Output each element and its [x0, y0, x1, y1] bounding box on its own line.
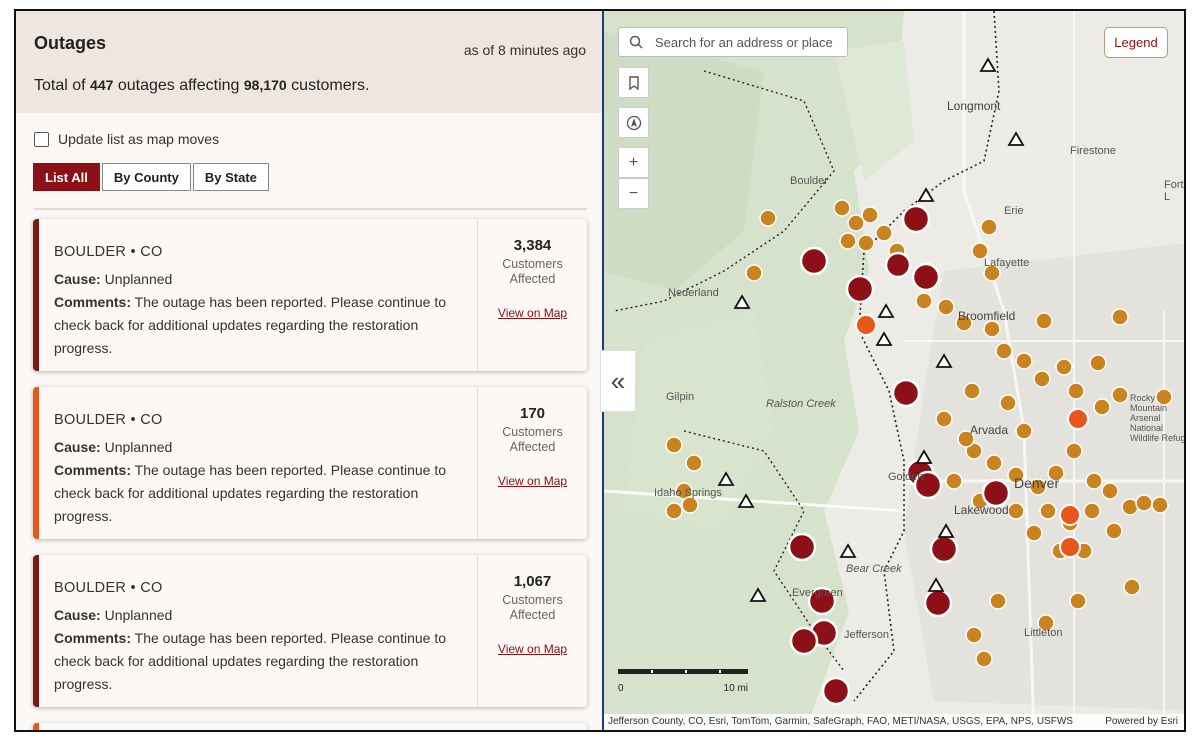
- severity-bar: [33, 387, 39, 539]
- zoom-in-button[interactable]: +: [618, 147, 649, 178]
- outage-summary: Total of 447 outages affecting 98,170 cu…: [34, 77, 370, 94]
- place-label: Gilpin: [666, 391, 695, 403]
- place-label: Nederland: [668, 287, 719, 299]
- customers-affected-label: Customers Affected: [502, 593, 563, 622]
- outage-list-panel: Outages as of 8 minutes ago Total of 447…: [16, 11, 602, 730]
- scale-start: 0: [618, 683, 624, 694]
- panel-title: Outages: [34, 33, 107, 53]
- place-label: Arvada: [970, 423, 1009, 437]
- severity-bar: [33, 723, 39, 730]
- place-label: Jefferson: [844, 629, 890, 641]
- update-list-label: Update list as map moves: [58, 131, 220, 147]
- customers-affected-count: 1,067: [513, 573, 552, 590]
- update-list-toggle[interactable]: Update list as map moves: [34, 131, 219, 147]
- place-label: Lakewood: [954, 503, 1009, 517]
- scale-end: 10 mi: [723, 683, 748, 694]
- place-label: Fort L: [1164, 179, 1184, 203]
- outage-location: BOULDER • CO: [54, 244, 163, 260]
- legend-button[interactable]: Legend: [1104, 27, 1168, 58]
- outage-cards: BOULDER • CO Cause: Unplanned Comments: …: [33, 219, 587, 730]
- place-label: Broomfield: [958, 309, 1016, 323]
- view-on-map-link[interactable]: View on Map: [498, 474, 567, 488]
- collapse-panel-button[interactable]: «: [600, 350, 636, 412]
- plus-icon: +: [628, 153, 639, 171]
- map-attribution: Jefferson County, CO, Esri, TomTom, Garm…: [604, 714, 1184, 730]
- place-label: Littleton: [1024, 627, 1063, 639]
- place-label: Lafayette: [984, 257, 1030, 269]
- outage-cause: Unplanned: [104, 607, 173, 623]
- double-chevron-left-icon: «: [610, 365, 626, 396]
- minus-icon: −: [628, 184, 639, 202]
- zoom-out-button[interactable]: −: [618, 178, 649, 209]
- place-label: Rocky Mountain Arsenal National Wildlife…: [1130, 393, 1184, 443]
- bookmark-button[interactable]: [618, 67, 649, 98]
- locate-button[interactable]: [618, 107, 649, 138]
- place-label: Bear Creek: [846, 563, 902, 575]
- map-scale-bar: 0 10 mi: [618, 669, 748, 694]
- place-label: Erie: [1004, 205, 1024, 217]
- place-label: Golden: [888, 471, 924, 483]
- total-outages-count: 447: [90, 77, 114, 93]
- customers-affected-label: Customers Affected: [502, 257, 563, 286]
- outage-location: BOULDER • CO: [54, 580, 163, 596]
- map-search-box[interactable]: Search for an address or place: [618, 27, 848, 57]
- total-customers-count: 98,170: [243, 77, 287, 93]
- customers-affected-count: 170: [519, 405, 546, 422]
- outage-cause: Unplanned: [104, 439, 173, 455]
- place-label: Longmont: [947, 99, 1001, 113]
- search-icon: [629, 35, 643, 49]
- outage-card[interactable]: BOULDER • CO Cause: Unplanned Comments: …: [33, 387, 587, 539]
- customers-affected-label: Customers Affected: [502, 425, 563, 454]
- search-input[interactable]: Search for an address or place: [655, 35, 833, 50]
- tab-list-all[interactable]: List All: [33, 163, 100, 191]
- severity-bar: [33, 219, 39, 371]
- place-label: Ralston Creek: [766, 398, 836, 410]
- outage-map[interactable]: Longmont Firestone Fort L Erie Lafayette…: [602, 11, 1184, 730]
- panel-header: Outages as of 8 minutes ago Total of 447…: [16, 11, 602, 113]
- tab-by-county[interactable]: By County: [101, 163, 191, 191]
- list-tabs: List All By County By State: [33, 163, 271, 191]
- outage-card[interactable]: BOULDER • CO Cause: Unplanned Comments: …: [33, 219, 587, 371]
- view-on-map-link[interactable]: View on Map: [498, 642, 567, 656]
- powered-by[interactable]: Powered by Esri: [1105, 714, 1178, 730]
- view-on-map-link[interactable]: View on Map: [498, 306, 567, 320]
- outage-cause: Unplanned: [104, 271, 173, 287]
- place-label: Boulder: [790, 175, 828, 187]
- place-label: Idaho Springs: [654, 487, 722, 499]
- last-updated: as of 8 minutes ago: [463, 42, 586, 58]
- tab-by-state[interactable]: By State: [192, 163, 269, 191]
- severity-bar: [33, 555, 39, 707]
- place-label: Denver: [1014, 475, 1060, 491]
- app-frame: Outages as of 8 minutes ago Total of 447…: [14, 9, 1186, 732]
- outage-card[interactable]: [33, 723, 587, 730]
- place-label: Evergreen: [792, 587, 843, 599]
- bookmark-icon: [628, 75, 639, 90]
- outage-markers-layer: [665, 57, 1173, 706]
- customers-affected-count: 3,384: [513, 237, 552, 254]
- compass-icon: [626, 115, 641, 130]
- tabs-divider: [33, 208, 587, 210]
- place-label: Firestone: [1070, 145, 1116, 157]
- update-list-checkbox[interactable]: [34, 131, 49, 147]
- outage-card[interactable]: BOULDER • CO Cause: Unplanned Comments: …: [33, 555, 587, 707]
- outage-location: BOULDER • CO: [54, 412, 163, 428]
